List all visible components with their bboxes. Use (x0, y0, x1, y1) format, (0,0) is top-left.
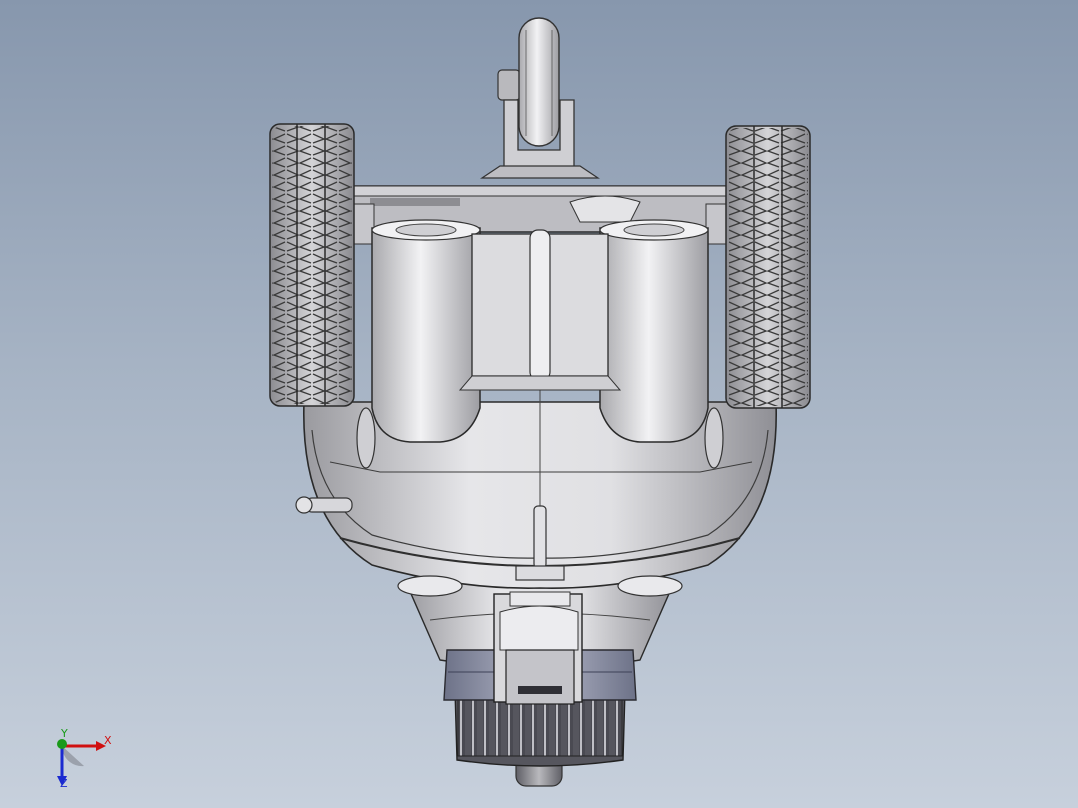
center-chamber (458, 229, 622, 391)
cad-viewport[interactable]: X Y Z (0, 0, 1078, 808)
left-wheel (269, 123, 355, 407)
y-axis-label: Y (61, 727, 68, 740)
left-cylinder (371, 219, 481, 443)
right-cylinder (599, 219, 709, 443)
triad-arrows (57, 739, 106, 786)
x-axis-label: X (104, 734, 112, 747)
coordinate-triad-icon[interactable]: X Y Z (40, 722, 130, 802)
right-wheel (725, 125, 811, 409)
caster-wheel (480, 17, 600, 179)
cad-model-view[interactable] (0, 0, 1078, 808)
base-nozzle (403, 569, 677, 787)
z-axis-label: Z (60, 777, 68, 790)
